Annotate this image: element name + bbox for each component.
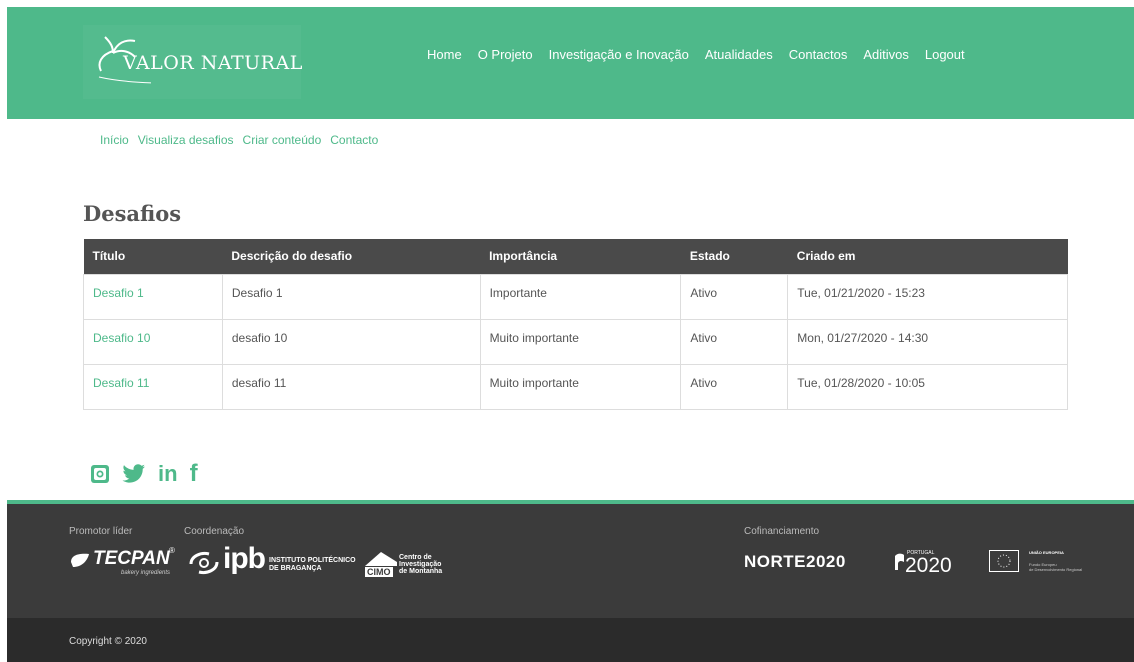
portugal2020-mark-icon: [895, 553, 904, 570]
nav-atualidades[interactable]: Atualidades: [705, 47, 773, 62]
subnav-criar-conteudo[interactable]: Criar conteúdo: [243, 133, 322, 147]
tecpan-registered-mark: ®: [169, 546, 175, 555]
cimo-line2: Investigação: [399, 561, 442, 568]
subnav-visualiza-desafios[interactable]: Visualiza desafios: [138, 133, 234, 147]
tecpan-tagline: bakery ingredients: [121, 570, 171, 576]
cofinancing-label: Cofinanciamento: [744, 526, 820, 537]
cell-created: Tue, 01/21/2020 - 15:23: [787, 273, 1068, 320]
table-row: Desafio 11 desafio 11 Muito importante A…: [83, 363, 1068, 410]
nav-investigacao-inovacao[interactable]: Investigação e Inovação: [549, 47, 689, 62]
ipb-swirl-icon: [189, 552, 219, 574]
cimo-line1: Centro de: [399, 554, 432, 561]
ipb-line2: DE BRAGANÇA: [269, 565, 322, 572]
copyright-bar: Copyright © 2020: [7, 618, 1134, 662]
copyright-text: Copyright © 2020: [69, 636, 147, 647]
social-links: in f: [90, 460, 198, 488]
eu-flag-icon: [989, 550, 1019, 572]
eu-logo[interactable]: UNIÃO EUROPEIA Fundo Europeu de Desenvol…: [989, 548, 1099, 576]
coordination-label: Coordenação: [184, 526, 245, 537]
cell-description: Desafio 1: [221, 273, 481, 320]
table-row: Desafio 10 desafio 10 Muito importante A…: [83, 318, 1068, 365]
column-header-importance: Importância: [480, 239, 681, 274]
site-header: VALOR NATURAL Home O Projeto Investigaçã…: [7, 7, 1134, 119]
page-title: Desafios: [83, 201, 182, 226]
cell-importance: Muito importante: [479, 318, 682, 365]
brand-name: VALOR NATURAL: [123, 52, 303, 74]
tecpan-name: TECPAN: [93, 548, 170, 569]
eu-line1: UNIÃO EUROPEIA: [1029, 550, 1064, 555]
cell-title: Desafio 1: [83, 273, 223, 320]
cimo-logo[interactable]: CIMO Centro de Investigação de Montanha: [365, 548, 465, 582]
cell-created: Mon, 01/27/2020 - 14:30: [787, 318, 1068, 365]
tecpan-leaf-icon: [71, 553, 89, 567]
cell-importance: Muito importante: [479, 363, 682, 410]
challenges-table: Título Descrição do desafio Importância …: [83, 239, 1068, 410]
mountain-icon: [365, 552, 397, 566]
nav-o-projeto[interactable]: O Projeto: [478, 47, 533, 62]
cell-description: desafio 10: [221, 318, 481, 365]
promoter-label: Promotor líder: [69, 526, 133, 537]
site-footer: Promotor líder Coordenação Cofinanciamen…: [7, 504, 1134, 618]
norte2020-name: NORTE2020: [744, 552, 846, 571]
challenge-link[interactable]: Desafio 1: [93, 286, 144, 300]
eu-line3: de Desenvolvimento Regional: [1029, 567, 1083, 572]
nav-home[interactable]: Home: [427, 47, 462, 62]
facebook-icon[interactable]: f: [190, 460, 198, 488]
portugal2020-logo[interactable]: PORTUGAL 2020: [891, 548, 971, 578]
cell-state: Ativo: [680, 273, 789, 320]
nav-aditivos[interactable]: Aditivos: [863, 47, 909, 62]
challenge-link[interactable]: Desafio 11: [93, 376, 149, 390]
subnav-inicio[interactable]: Início: [100, 133, 129, 147]
tecpan-logo[interactable]: TECPAN ® bakery ingredients: [69, 546, 179, 580]
portugal-year: 2020: [905, 554, 952, 577]
column-header-description: Descrição do desafio: [222, 239, 481, 274]
norte2020-logo[interactable]: NORTE2020: [744, 552, 874, 578]
table-header-row: Título Descrição do desafio Importância …: [83, 239, 1068, 274]
ipb-logo[interactable]: ipb INSTITUTO POLITÉCNICO DE BRAGANÇA: [187, 542, 357, 580]
cell-state: Ativo: [680, 318, 789, 365]
cell-title: Desafio 10: [83, 318, 223, 365]
column-header-title[interactable]: Título: [83, 239, 223, 274]
linkedin-icon[interactable]: in: [158, 461, 178, 487]
instagram-icon[interactable]: [90, 464, 110, 484]
column-header-created[interactable]: Criado em: [787, 239, 1068, 274]
table-row: Desafio 1 Desafio 1 Importante Ativo Tue…: [83, 273, 1068, 320]
cimo-line3: de Montanha: [399, 568, 443, 575]
cell-title: Desafio 11: [83, 363, 223, 410]
cell-importance: Importante: [479, 273, 682, 320]
column-header-state: Estado: [680, 239, 788, 274]
main-nav: Home O Projeto Investigação e Inovação A…: [427, 47, 981, 62]
ipb-line1: INSTITUTO POLITÉCNICO: [269, 557, 356, 564]
challenge-link[interactable]: Desafio 10: [93, 331, 150, 345]
cell-description: desafio 11: [221, 363, 481, 410]
subnav-contacto[interactable]: Contacto: [330, 133, 378, 147]
twitter-icon[interactable]: [122, 464, 146, 484]
cimo-short: CIMO: [365, 567, 393, 577]
nav-contactos[interactable]: Contactos: [789, 47, 848, 62]
secondary-nav: Início Visualiza desafios Criar conteúdo…: [100, 133, 387, 147]
site-logo[interactable]: VALOR NATURAL: [83, 25, 303, 99]
nav-logout[interactable]: Logout: [925, 47, 965, 62]
cell-created: Tue, 01/28/2020 - 10:05: [787, 363, 1068, 410]
cell-state: Ativo: [680, 363, 789, 410]
ipb-short: ipb: [223, 542, 266, 575]
